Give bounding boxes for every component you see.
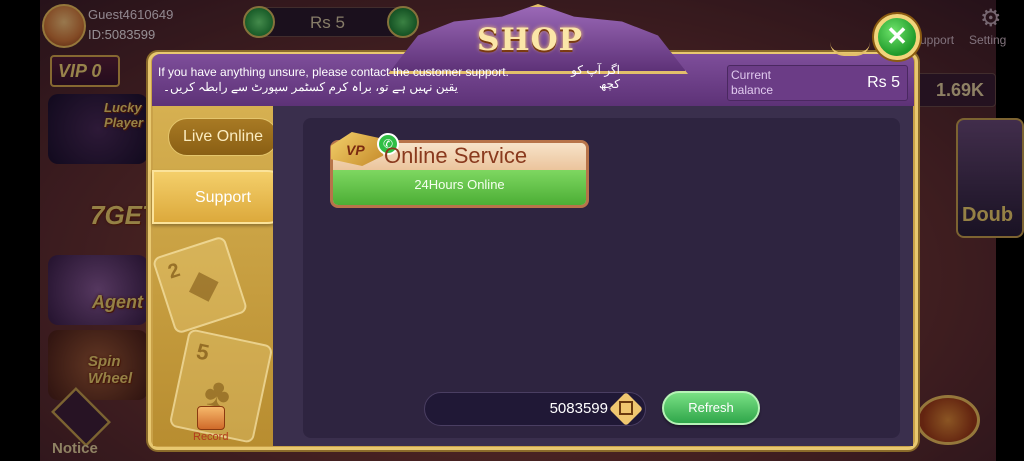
service-subtitle[interactable]: 24Hours Online xyxy=(333,177,586,192)
copy-icon[interactable] xyxy=(619,401,633,415)
service-title[interactable]: Online Service xyxy=(384,143,527,169)
refresh-button[interactable]: Refresh xyxy=(662,391,760,425)
vip-logo-text: VP xyxy=(346,142,365,158)
tab-live-online[interactable]: Live Online xyxy=(168,118,278,156)
support-notice-urdu-line1: اگر آپ کو کچھ xyxy=(571,63,620,91)
record-icon[interactable] xyxy=(197,406,225,430)
shop-title: SHOP xyxy=(477,22,583,58)
record-label[interactable]: Record xyxy=(193,431,228,443)
support-notice-english: If you have anything unsure, please cont… xyxy=(158,65,509,79)
close-button[interactable]: ✕ xyxy=(874,14,920,60)
current-balance-value: Rs 5 xyxy=(867,74,900,91)
current-balance-label: Current balance xyxy=(731,68,774,97)
user-id-value: 5083599 xyxy=(549,400,608,417)
support-notice-urdu-line2: یقین نہیں ہے تو، براہ کرم کسٹمر سپورٹ سے… xyxy=(162,80,458,94)
